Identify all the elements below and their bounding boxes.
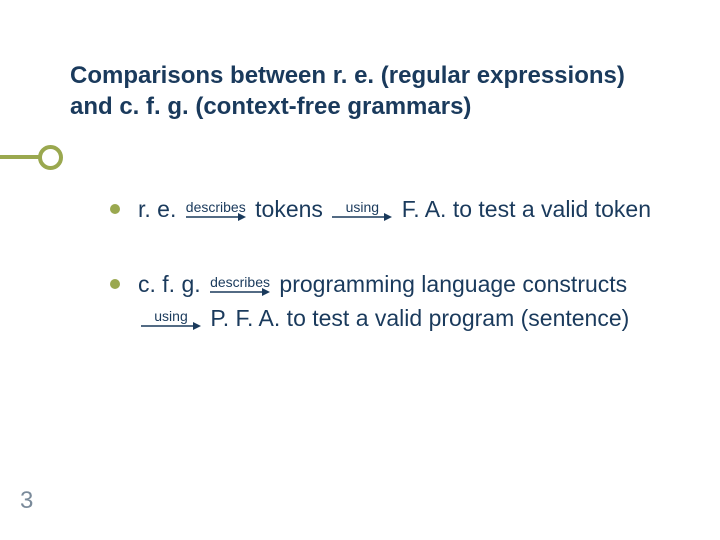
arrow-describes: describes [186, 200, 246, 222]
arrow-right-icon [186, 212, 246, 222]
bullet-item: r. e. describes tokens using F. [110, 192, 670, 227]
text-segment: programming language constructs [279, 271, 627, 297]
arrow-using: using [141, 309, 201, 331]
slide: Comparisons between r. e. (regular expre… [0, 0, 720, 540]
text-segment: F. A. to test a valid token [402, 196, 651, 222]
bullet-text: c. f. g. describes programming language … [138, 267, 670, 336]
bullet-icon [110, 279, 120, 289]
bullet-item: c. f. g. describes programming language … [110, 267, 670, 336]
arrow-right-icon [141, 321, 201, 331]
text-segment: r. e. [138, 196, 176, 222]
accent-line [0, 155, 40, 159]
slide-title: Comparisons between r. e. (regular expre… [70, 60, 670, 122]
bullet-text: r. e. describes tokens using F. [138, 192, 670, 227]
page-number: 3 [20, 487, 33, 515]
text-segment: tokens [255, 196, 323, 222]
arrow-describes: describes [210, 275, 270, 297]
text-segment: P. F. A. to test a valid program (senten… [210, 305, 629, 331]
text-segment: c. f. g. [138, 271, 201, 297]
arrow-right-icon [332, 212, 392, 222]
accent-dot-icon [38, 145, 63, 170]
bullet-icon [110, 204, 120, 214]
arrow-using: using [332, 200, 392, 222]
content-area: r. e. describes tokens using F. [70, 192, 670, 336]
arrow-right-icon [210, 287, 270, 297]
